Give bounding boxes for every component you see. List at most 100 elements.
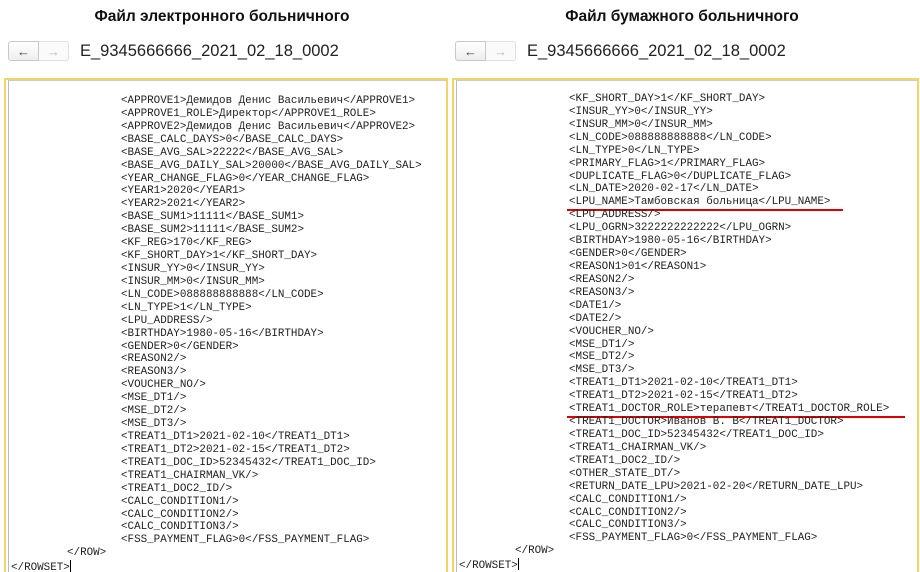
xml-line: <TREAT1_CHAIRMAN_VK/> [9,470,422,483]
xml-line: <VOUCHER_NO/> [9,379,422,392]
xml-text: <TREAT1_DT2>2021-02-15</TREAT1_DT2> [569,390,798,403]
xml-line: <CALC_CONDITION1/> [9,496,422,509]
right-xml-viewer[interactable]: <KF_SHORT_DAY>1</KF_SHORT_DAY> <INSUR_YY>… [452,78,919,572]
xml-text: <INSUR_MM>0</INSUR_MM> [121,275,265,288]
xml-text: </ROWSET> [11,562,70,572]
xml-text: <INSUR_YY>0</INSUR_YY> [569,105,713,118]
xml-text: <MSE_DT2/> [121,405,187,418]
xml-line: <CALC_CONDITION3/> [457,519,889,532]
xml-text: <REASON3/> [121,366,187,379]
xml-line: <BASE_CALC_DAYS>0</BASE_CALC_DAYS> [9,134,422,147]
xml-text: <BASE_AVG_SAL>22222</BASE_AVG_SAL> [121,146,344,159]
xml-text: <KF_REG>170</KF_REG> [121,237,252,250]
xml-line: <TREAT1_CHAIRMAN_VK/> [457,442,889,455]
xml-line: <TREAT1_DT2>2021-02-15</TREAT1_DT2> [9,444,422,457]
xml-line: <LN_CODE>088888888888</LN_CODE> [9,289,422,302]
xml-line: <INSUR_MM>0</INSUR_MM> [457,119,889,132]
xml-text: <MSE_DT1/> [121,392,187,405]
xml-line: <YEAR2>2021</YEAR2> [9,198,422,211]
xml-line: <KF_REG>170</KF_REG> [9,237,422,250]
xml-line: <TREAT1_DOC2_ID/> [457,455,889,468]
xml-text: <REASON1>01</REASON1> [569,260,707,273]
xml-text: <REASON2/> [569,273,635,286]
xml-text: </ROW> [515,545,555,558]
xml-line: <REASON1>01</REASON1> [457,261,889,274]
right-xml-content: <KF_SHORT_DAY>1</KF_SHORT_DAY> <INSUR_YY>… [457,93,889,572]
xml-line: <LPU_NAME>Тамбовская больница</LPU_NAME> [457,196,889,209]
xml-line: <MSE_DT2/> [457,351,889,364]
xml-line: <DATE2/> [457,313,889,326]
xml-text: <GENDER>0</GENDER> [569,248,687,261]
left-title: Файл электронного больничного [94,8,350,25]
right-title: Файл бумажного больничного [565,8,799,25]
xml-text: <LN_CODE>088888888888</LN_CODE> [569,131,772,144]
xml-text: <TREAT1_DT1>2021-02-10</TREAT1_DT1> [121,430,350,443]
xml-text: <TREAT1_DOC2_ID/> [121,482,233,495]
xml-line: <GENDER>0</GENDER> [457,248,889,261]
xml-text: <CALC_CONDITION3/> [121,521,239,534]
xml-line: <MSE_DT1/> [457,339,889,352]
xml-text: <TREAT1_DOC2_ID/> [569,454,681,467]
xml-text: <BASE_AVG_DAILY_SAL>20000</BASE_AVG_DAIL… [121,159,422,172]
xml-text: <FSS_PAYMENT_FLAG>0</FSS_PAYMENT_FLAG> [569,532,818,545]
right-nav: ← → [455,41,516,61]
xml-line: <BIRTHDAY>1980-05-16</BIRTHDAY> [457,235,889,248]
xml-text: <INSUR_YY>0</INSUR_YY> [121,262,265,275]
xml-text: <BASE_SUM1>11111</BASE_SUM1> [121,211,304,224]
xml-line: <CALC_CONDITION2/> [9,509,422,522]
xml-line: <VOUCHER_NO/> [457,326,889,339]
xml-text: <LN_CODE>088888888888</LN_CODE> [121,288,324,301]
xml-text: <LN_TYPE>0</LN_TYPE> [569,144,700,157]
xml-line: <INSUR_YY>0</INSUR_YY> [9,263,422,276]
xml-line: <TREAT1_DOCTOR_ROLE>терапевт</TREAT1_DOC… [457,403,889,416]
xml-text: <OTHER_STATE_DT/> [569,467,681,480]
xml-line: <MSE_DT2/> [9,405,422,418]
xml-text: <CALC_CONDITION1/> [121,495,239,508]
xml-line: <TREAT1_DOC2_ID/> [9,483,422,496]
xml-line: <TREAT1_DT1>2021-02-10</TREAT1_DT1> [457,377,889,390]
xml-line: </ROWSET> [457,558,889,572]
forward-button[interactable]: → [39,41,69,61]
xml-line: <REASON3/> [457,287,889,300]
xml-line: <TREAT1_DT1>2021-02-10</TREAT1_DT1> [9,431,422,444]
back-button[interactable]: ← [455,41,486,61]
xml-text: <DUPLICATE_FLAG>0</DUPLICATE_FLAG> [569,170,792,183]
xml-text: <CALC_CONDITION2/> [569,506,687,519]
xml-line: <MSE_DT1/> [9,392,422,405]
xml-text: <RETURN_DATE_LPU>2021-02-20</RETURN_DATE… [569,480,864,493]
left-nav: ← → [8,41,69,61]
xml-line: <GENDER>0</GENDER> [9,341,422,354]
xml-text: <TREAT1_DT2>2021-02-15</TREAT1_DT2> [121,443,350,456]
xml-text: <TREAT1_CHAIRMAN_VK/> [569,441,707,454]
xml-line: <LN_CODE>088888888888</LN_CODE> [457,132,889,145]
back-button[interactable]: ← [8,41,39,61]
xml-text: <TREAT1_DOCTOR>Иванов В. В</TREAT1_DOCTO… [569,416,844,429]
left-filename: E_9345666666_2021_02_18_0002 [80,42,339,60]
xml-text: <BIRTHDAY>1980-05-16</BIRTHDAY> [569,235,772,248]
xml-text: <APPROVE1_ROLE>Директор</APPROVE1_ROLE> [121,107,376,120]
xml-line: <MSE_DT3/> [457,364,889,377]
left-xml-content: <APPROVE1>Демидов Денис Васильевич</APPR… [9,95,422,572]
xml-text: <APPROVE2>Демидов Денис Васильевич</APPR… [121,120,416,133]
xml-line: <FSS_PAYMENT_FLAG>0</FSS_PAYMENT_FLAG> [9,534,422,547]
xml-line: <CALC_CONDITION1/> [457,494,889,507]
xml-text: <REASON3/> [569,286,635,299]
xml-line: <FSS_PAYMENT_FLAG>0</FSS_PAYMENT_FLAG> [457,532,889,545]
left-xml-viewer[interactable]: <APPROVE1>Демидов Денис Васильевич</APPR… [4,78,448,572]
xml-line: <MSE_DT3/> [9,418,422,431]
xml-text: <TREAT1_DOC_ID>52345432</TREAT1_DOC_ID> [121,456,376,469]
xml-line: <KF_SHORT_DAY>1</KF_SHORT_DAY> [457,93,889,106]
xml-text: <DATE2/> [569,312,622,325]
xml-text: <APPROVE1>Демидов Денис Васильевич</APPR… [121,95,416,107]
xml-line: <REASON2/> [9,353,422,366]
xml-text: <PRIMARY_FLAG>1</PRIMARY_FLAG> [569,157,766,170]
xml-text: <VOUCHER_NO/> [121,379,206,392]
xml-line: <CALC_CONDITION2/> [457,507,889,520]
arrow-right-icon: → [494,43,507,59]
xml-text: <LPU_ADDRESS/> [569,209,661,222]
xml-line: <LPU_OGRN>3222222222222</LPU_OGRN> [457,222,889,235]
forward-button[interactable]: → [486,41,516,61]
xml-line: </ROWSET> [9,560,422,572]
xml-line: <APPROVE2>Демидов Денис Васильевич</APPR… [9,121,422,134]
arrow-right-icon: → [47,43,60,59]
